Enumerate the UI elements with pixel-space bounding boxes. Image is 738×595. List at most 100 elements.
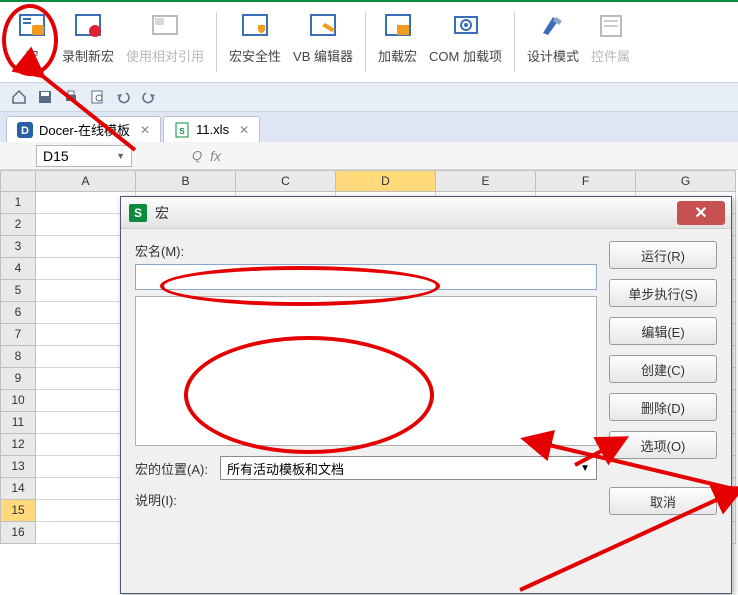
- name-box[interactable]: D15 ▼: [36, 145, 132, 167]
- row-header[interactable]: 10: [0, 390, 36, 412]
- run-button[interactable]: 运行(R): [609, 241, 717, 269]
- location-label: 宏的位置(A):: [135, 459, 208, 478]
- row-header[interactable]: 1: [0, 192, 36, 214]
- row-header[interactable]: 14: [0, 478, 36, 500]
- tab-file[interactable]: S 11.xls ✕: [163, 116, 260, 142]
- column-header[interactable]: E: [436, 170, 536, 192]
- ribbon-label: 宏: [25, 46, 38, 65]
- row-header[interactable]: 4: [0, 258, 36, 280]
- delete-button[interactable]: 删除(D): [609, 393, 717, 421]
- edit-button[interactable]: 编辑(E): [609, 317, 717, 345]
- separator: [365, 12, 366, 72]
- select-all-corner[interactable]: [0, 170, 36, 192]
- dialog-buttons: 运行(R) 单步执行(S) 编辑(E) 创建(C) 删除(D) 选项(O) 取消: [597, 241, 717, 515]
- chevron-down-icon[interactable]: ▼: [116, 151, 125, 161]
- tab-label: Docer-在线模板: [39, 120, 130, 139]
- addin-icon: [380, 8, 416, 44]
- fx-icon[interactable]: Q: [192, 148, 202, 163]
- print-icon[interactable]: [60, 86, 82, 108]
- formula-bar: D15 ▼ Q fx: [0, 142, 738, 170]
- preview-icon[interactable]: [86, 86, 108, 108]
- macro-name-input[interactable]: [135, 264, 597, 290]
- create-button[interactable]: 创建(C): [609, 355, 717, 383]
- ribbon-relative-ref: 使用相对引用: [126, 8, 204, 65]
- separator: [514, 12, 515, 72]
- dialog-title: 宏: [155, 203, 169, 223]
- ribbon-addins[interactable]: 加载宏: [378, 8, 417, 65]
- ribbon-label: 宏安全性: [229, 46, 281, 65]
- ribbon-label: 使用相对引用: [126, 46, 204, 65]
- options-button[interactable]: 选项(O): [609, 431, 717, 459]
- column-header[interactable]: G: [636, 170, 736, 192]
- cancel-button[interactable]: 取消: [609, 487, 717, 515]
- ribbon-record-macro[interactable]: 录制新宏: [62, 8, 114, 65]
- record-icon: [70, 8, 106, 44]
- com-icon: [448, 8, 484, 44]
- ribbon-label: COM 加载项: [429, 46, 502, 65]
- dialog-left: 宏名(M): 宏的位置(A): 所有活动模板和文档 ▼ 说明(I):: [135, 241, 597, 515]
- redo-icon[interactable]: [138, 86, 160, 108]
- column-header[interactable]: B: [136, 170, 236, 192]
- ribbon-design-mode[interactable]: 设计模式: [527, 8, 579, 65]
- ribbon-control-props: 控件属: [591, 8, 630, 65]
- dialog-titlebar[interactable]: S 宏 ✕: [121, 197, 731, 229]
- undo-icon[interactable]: [112, 86, 134, 108]
- name-box-value: D15: [43, 148, 69, 164]
- design-icon: [535, 8, 571, 44]
- row-header[interactable]: 12: [0, 434, 36, 456]
- close-button[interactable]: ✕: [677, 201, 725, 225]
- row-header[interactable]: 13: [0, 456, 36, 478]
- row-header[interactable]: 2: [0, 214, 36, 236]
- fx-label[interactable]: fx: [210, 148, 221, 164]
- quick-access-toolbar: [0, 82, 738, 112]
- column-header[interactable]: F: [536, 170, 636, 192]
- row-header[interactable]: 9: [0, 368, 36, 390]
- tab-label: 11.xls: [196, 122, 229, 137]
- ribbon-macro[interactable]: 宏: [14, 8, 50, 65]
- row-header[interactable]: 3: [0, 236, 36, 258]
- ribbon-label: VB 编辑器: [293, 46, 353, 65]
- relative-icon: [147, 8, 183, 44]
- ribbon-macro-security[interactable]: 宏安全性: [229, 8, 281, 65]
- column-headers: ABCDEFG: [36, 170, 738, 192]
- macro-name-label: 宏名(M):: [135, 241, 597, 260]
- close-icon[interactable]: ✕: [239, 123, 249, 137]
- location-select[interactable]: 所有活动模板和文档 ▼: [220, 456, 597, 480]
- home-icon[interactable]: [8, 86, 30, 108]
- xls-icon: S: [174, 122, 190, 138]
- row-header[interactable]: 15: [0, 500, 36, 522]
- svg-text:D: D: [21, 125, 29, 137]
- row-header[interactable]: 8: [0, 346, 36, 368]
- ribbon-label: 加载宏: [378, 46, 417, 65]
- macro-icon: [14, 8, 50, 44]
- chevron-down-icon: ▼: [580, 463, 590, 474]
- row-header[interactable]: 5: [0, 280, 36, 302]
- svg-text:S: S: [179, 127, 185, 136]
- security-icon: [237, 8, 273, 44]
- row-header[interactable]: 6: [0, 302, 36, 324]
- row-headers: 12345678910111213141516: [0, 170, 36, 595]
- close-icon[interactable]: ✕: [140, 123, 150, 137]
- dialog-icon: S: [129, 204, 147, 222]
- ribbon-label: 控件属: [591, 46, 630, 65]
- column-header[interactable]: C: [236, 170, 336, 192]
- ribbon: 宏 录制新宏 使用相对引用 宏安全性 VB 编辑器 加载宏 CO: [0, 0, 738, 82]
- docer-icon: D: [17, 122, 33, 138]
- dialog-body: 宏名(M): 宏的位置(A): 所有活动模板和文档 ▼ 说明(I): 运行(R)…: [121, 229, 731, 527]
- tab-docer[interactable]: D Docer-在线模板 ✕: [6, 116, 161, 142]
- save-icon[interactable]: [34, 86, 56, 108]
- row-header[interactable]: 7: [0, 324, 36, 346]
- row-header[interactable]: 16: [0, 522, 36, 544]
- row-header[interactable]: 11: [0, 412, 36, 434]
- column-header[interactable]: D: [336, 170, 436, 192]
- ribbon-com-addins[interactable]: COM 加载项: [429, 8, 502, 65]
- vbe-icon: [305, 8, 341, 44]
- column-header[interactable]: A: [36, 170, 136, 192]
- separator: [216, 12, 217, 72]
- macro-dialog: S 宏 ✕ 宏名(M): 宏的位置(A): 所有活动模板和文档 ▼ 说明(I):…: [120, 196, 732, 594]
- macro-list[interactable]: [135, 296, 597, 446]
- step-button[interactable]: 单步执行(S): [609, 279, 717, 307]
- ribbon-label: 录制新宏: [62, 46, 114, 65]
- ribbon-vb-editor[interactable]: VB 编辑器: [293, 8, 353, 65]
- props-icon: [593, 8, 629, 44]
